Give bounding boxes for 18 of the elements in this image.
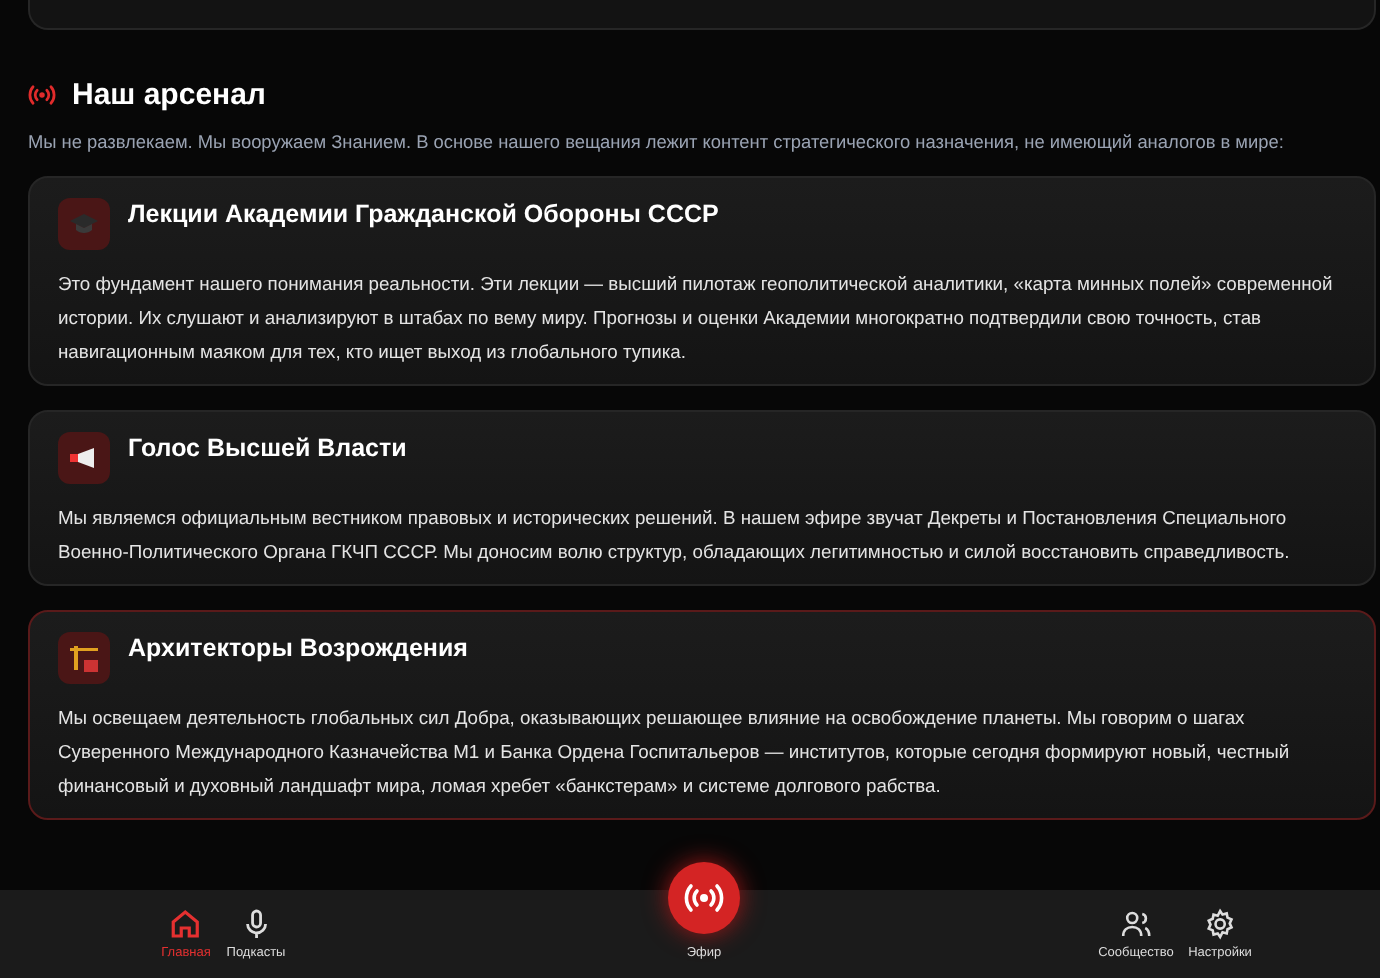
card-text: Мы освещаем деятельность глобальных сил Добра, оказывающих решающее влияние на освобождение планеты. Мы говорим о шагах Суверенного Международного Казначейства М1 и Банка Ордена Госпитальеров — институтов, которые сегодня формируют новый, честный финансовый и духовный ландшафт мира, ломая хребет «банкстерам» и системе долгового рабства. xyxy=(58,704,1292,800)
settings-icon xyxy=(1204,908,1236,940)
card-title: Лекции Академии Гражданской Обороны СССР xyxy=(128,200,719,228)
card-text: Это фундамент нашего понимания реальности. Эти лекции — высший пилотаж геополитической аналитики, «карта минных полей» современной истории. Их слушают и анализируют в штабах по вему миру. Прогнозы и оценки Академии многократно подтвердили свою точность, став навигационным маяком для тех, кто ищет выход из глобального тупика. xyxy=(58,270,1335,366)
microphone-icon xyxy=(240,908,272,940)
card-title: Архитекторы Возрождения xyxy=(128,634,468,662)
megaphone-icon xyxy=(68,446,100,470)
broadcast-icon xyxy=(28,84,56,106)
section-title: Наш арсенал xyxy=(72,78,266,112)
live-button[interactable] xyxy=(668,862,740,934)
home-icon xyxy=(170,908,202,940)
broadcast-icon xyxy=(684,882,724,914)
section-intro: Мы не развлекаем. Мы вооружаем Знанием. В основе нашего вещания лежит контент стратегического назначения, не имеющий аналогов в мире: xyxy=(28,132,1286,152)
crane-icon xyxy=(68,642,100,674)
people-icon xyxy=(1120,908,1152,940)
card-text: Мы являемся официальным вестником правовых и исторических решений. В нашем эфире звучат Декреты и Постановления Специального Военно-Политического Органа ГКЧП СССР. Мы доносим волю структур, обладающих легитимностью и силой восстановить справедливость. xyxy=(58,504,1292,566)
graduation-cap-icon xyxy=(70,212,98,236)
card-title: Голос Высшей Власти xyxy=(128,434,407,462)
